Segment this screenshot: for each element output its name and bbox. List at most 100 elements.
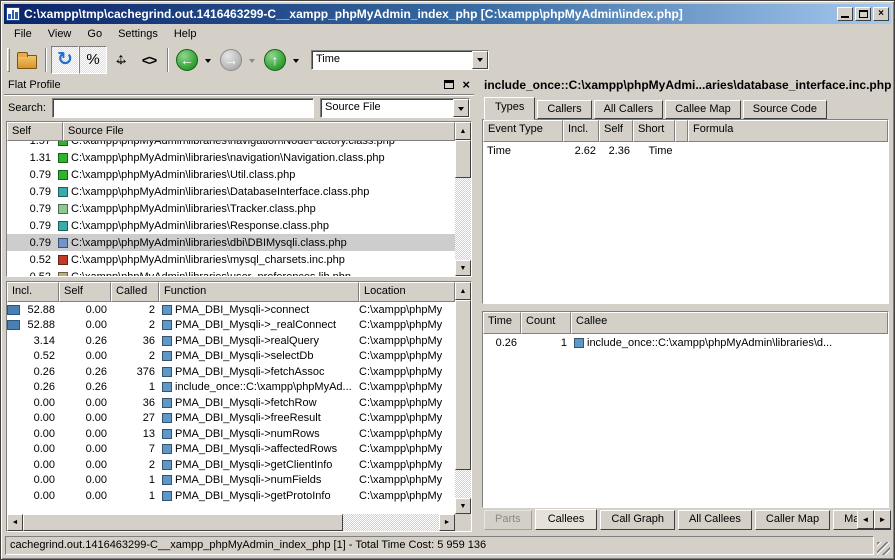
bottom-tab[interactable]: Parts: [484, 510, 532, 530]
percent-toggle-button[interactable]: %: [79, 46, 107, 74]
scroll-track[interactable]: [455, 300, 471, 498]
source-file-row[interactable]: 0.52 C:\xampp\phpMyAdmin\libraries\user_…: [7, 268, 455, 276]
cycle-detection-button[interactable]: ↻: [51, 46, 79, 74]
column-header-self[interactable]: Self: [599, 120, 633, 142]
function-row[interactable]: 0.00 0.00 36 PMA_DBI_Mysqli->fetchRow C:…: [7, 395, 455, 411]
source-file-row[interactable]: 0.79 C:\xampp\phpMyAdmin\libraries\Track…: [7, 200, 455, 217]
function-row[interactable]: 0.00 0.00 7 PMA_DBI_Mysqli->affectedRows…: [7, 442, 455, 458]
tab-scroll-left-button[interactable]: ◄: [857, 510, 874, 529]
source-file-row[interactable]: 0.52 C:\xampp\phpMyAdmin\libraries\mysql…: [7, 251, 455, 268]
minimize-button[interactable]: [837, 7, 853, 21]
source-file-row[interactable]: 0.79 C:\xampp\phpMyAdmin\libraries\Respo…: [7, 217, 455, 234]
function-row[interactable]: 0.52 0.00 2 PMA_DBI_Mysqli->selectDb C:\…: [7, 349, 455, 365]
function-row[interactable]: 0.26 0.26 376 PMA_DBI_Mysqli->fetchAssoc…: [7, 364, 455, 380]
menu-file[interactable]: File: [6, 26, 40, 42]
function-table-scrollbar[interactable]: ▲ ▼: [455, 282, 471, 514]
source-file-row[interactable]: 0.79 C:\xampp\phpMyAdmin\libraries\Util.…: [7, 166, 455, 183]
bottom-tab[interactable]: All Callees: [678, 510, 752, 530]
scroll-up-button[interactable]: ▲: [455, 122, 471, 140]
column-header-callee[interactable]: Callee: [571, 312, 888, 334]
function-row[interactable]: 0.26 0.26 1 include_once::C:\xampp\phpMy…: [7, 380, 455, 396]
title-bar[interactable]: C:\xampp\tmp\cachegrind.out.1416463299-C…: [4, 4, 891, 24]
menu-go[interactable]: Go: [79, 26, 110, 42]
detail-tab[interactable]: Callee Map: [665, 100, 741, 119]
column-header-time[interactable]: Time: [483, 312, 521, 334]
dock-close-button[interactable]: ×: [462, 78, 470, 91]
maximize-button[interactable]: [855, 7, 871, 21]
column-header-incl[interactable]: Incl.: [7, 282, 59, 302]
dock-float-button[interactable]: [444, 80, 454, 89]
scroll-left-button[interactable]: ◄: [7, 514, 23, 531]
close-button[interactable]: ×: [873, 7, 889, 21]
scroll-track[interactable]: [455, 140, 471, 260]
function-row[interactable]: 0.00 0.00 13 PMA_DBI_Mysqli->numRows C:\…: [7, 426, 455, 442]
function-row[interactable]: 0.00 0.00 27 PMA_DBI_Mysqli->freeResult …: [7, 411, 455, 427]
toolbar-grip[interactable]: [7, 48, 10, 72]
function-table-hscrollbar[interactable]: ◄ ►: [7, 514, 471, 531]
scroll-track[interactable]: [23, 514, 439, 531]
expand-cost-button[interactable]: ↔ ↕: [107, 46, 135, 74]
function-row[interactable]: 3.14 0.26 36 PMA_DBI_Mysqli->realQuery C…: [7, 333, 455, 349]
column-header-short[interactable]: Short: [633, 120, 675, 142]
back-button[interactable]: ←: [173, 46, 201, 74]
scroll-right-button[interactable]: ►: [439, 514, 455, 531]
search-input[interactable]: [52, 98, 314, 118]
back-dropdown[interactable]: [205, 59, 211, 66]
function-row[interactable]: 0.00 0.00 2 PMA_DBI_Mysqli->getClientInf…: [7, 457, 455, 473]
column-header-self[interactable]: Self: [7, 122, 63, 141]
source-file-row[interactable]: 0.79 C:\xampp\phpMyAdmin\libraries\Datab…: [7, 183, 455, 200]
dock-title-bar[interactable]: Flat Profile ×: [4, 75, 474, 95]
detail-tab[interactable]: Types: [484, 97, 535, 120]
detail-tab[interactable]: Source Code: [743, 100, 827, 119]
callee-time-cell: 0.26: [483, 337, 521, 349]
scroll-thumb[interactable]: [23, 514, 343, 531]
column-header-self[interactable]: Self: [59, 282, 111, 302]
column-header-event-type[interactable]: Event Type: [483, 120, 563, 142]
bottom-tab[interactable]: Caller Map: [755, 510, 830, 530]
column-header-called[interactable]: Called: [111, 282, 159, 302]
dock-title-label: Flat Profile: [8, 79, 444, 91]
column-header-source-file[interactable]: Source File: [63, 122, 455, 141]
open-file-button[interactable]: [13, 46, 41, 74]
grouping-dropdown-button[interactable]: [453, 99, 469, 117]
detail-tabs: TypesCallersAll CallersCallee MapSource …: [480, 95, 891, 119]
horizontal-splitter[interactable]: [480, 304, 891, 311]
source-file-row[interactable]: 1.57 C:\xampp\phpMyAdmin\libraries\navig…: [7, 141, 455, 149]
relative-cost-button[interactable]: <>: [135, 46, 163, 74]
function-row[interactable]: 0.00 0.00 1 PMA_DBI_Mysqli->getProtoInfo…: [7, 488, 455, 504]
column-header-count[interactable]: Count: [521, 312, 571, 334]
event-type-value: Time: [312, 51, 472, 69]
scroll-down-button[interactable]: ▼: [455, 498, 471, 514]
grouping-selector[interactable]: Source File: [320, 98, 470, 118]
up-dropdown[interactable]: [293, 59, 299, 66]
resize-grip[interactable]: [877, 542, 890, 555]
column-header-formula[interactable]: Formula: [688, 120, 888, 142]
source-file-row[interactable]: 1.31 C:\xampp\phpMyAdmin\libraries\navig…: [7, 149, 455, 166]
column-header-function[interactable]: Function: [159, 282, 359, 302]
source-file-scrollbar[interactable]: ▲ ▼: [455, 122, 471, 276]
bottom-tab[interactable]: Callees: [535, 509, 598, 530]
status-bar: cachegrind.out.1416463299-C__xampp_phpMy…: [4, 532, 891, 556]
column-header-incl[interactable]: Incl.: [563, 120, 599, 142]
source-file-row[interactable]: 0.79 C:\xampp\phpMyAdmin\libraries\dbi\D…: [7, 234, 455, 251]
menu-settings[interactable]: Settings: [110, 26, 166, 42]
event-type-dropdown-button[interactable]: [472, 51, 488, 69]
scroll-down-button[interactable]: ▼: [455, 260, 471, 276]
menu-view[interactable]: View: [40, 26, 80, 42]
tab-scroll-right-button[interactable]: ►: [874, 510, 891, 529]
function-row[interactable]: 0.00 0.00 1 PMA_DBI_Mysqli->numFields C:…: [7, 473, 455, 489]
menu-help[interactable]: Help: [166, 26, 205, 42]
event-type-selector[interactable]: Time: [311, 50, 489, 70]
function-row[interactable]: 52.88 0.00 2 PMA_DBI_Mysqli->_realConnec…: [7, 318, 455, 334]
detail-tab[interactable]: Callers: [537, 100, 591, 119]
scroll-up-button[interactable]: ▲: [455, 282, 471, 300]
event-type-row[interactable]: Time 2.62 2.36 Time: [483, 142, 888, 160]
callee-row[interactable]: 0.26 1 include_once::C:\xampp\phpMyAdmin…: [483, 334, 888, 352]
scroll-thumb[interactable]: [455, 140, 471, 178]
bottom-tab[interactable]: Call Graph: [600, 510, 675, 530]
column-header-location[interactable]: Location: [359, 282, 455, 302]
up-button[interactable]: ↑: [261, 46, 289, 74]
function-row[interactable]: 52.88 0.00 2 PMA_DBI_Mysqli->connect C:\…: [7, 302, 455, 318]
scroll-thumb[interactable]: [455, 300, 471, 470]
detail-tab[interactable]: All Callers: [594, 100, 664, 119]
